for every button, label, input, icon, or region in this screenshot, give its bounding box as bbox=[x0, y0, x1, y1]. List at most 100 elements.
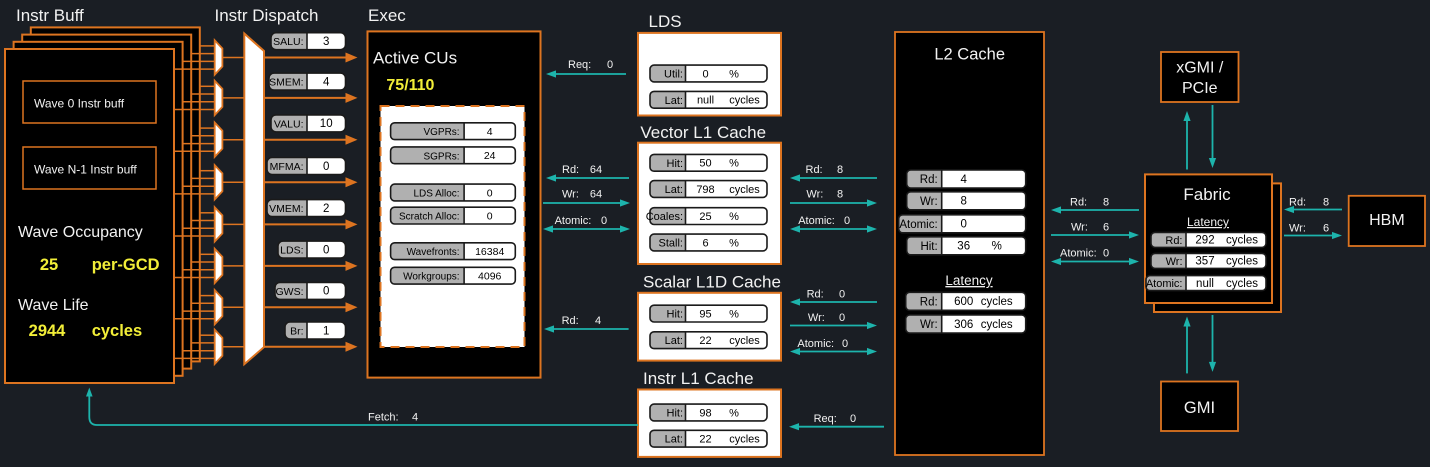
svg-text:Atomic:: Atomic: bbox=[1146, 278, 1183, 290]
svg-text:10: 10 bbox=[320, 118, 333, 130]
svg-text:Br:: Br: bbox=[290, 326, 303, 338]
svg-text:0: 0 bbox=[842, 338, 848, 350]
svg-text:50: 50 bbox=[699, 158, 711, 170]
svg-text:Fabric: Fabric bbox=[1183, 185, 1231, 204]
svg-text:per-GCD: per-GCD bbox=[92, 256, 160, 274]
svg-text:2944: 2944 bbox=[29, 322, 67, 340]
svg-text:Hit:: Hit: bbox=[920, 241, 937, 253]
svg-text:Latency: Latency bbox=[945, 273, 993, 288]
svg-text:0: 0 bbox=[839, 289, 845, 301]
svg-text:0: 0 bbox=[960, 219, 966, 231]
svg-text:Rd:: Rd: bbox=[1070, 197, 1087, 209]
svg-text:0: 0 bbox=[850, 413, 856, 425]
svg-text:0: 0 bbox=[487, 210, 493, 222]
svg-text:0: 0 bbox=[487, 187, 493, 199]
svg-text:1: 1 bbox=[323, 325, 329, 337]
svg-text:Hit:: Hit: bbox=[667, 158, 684, 170]
svg-text:LDS Alloc:: LDS Alloc: bbox=[413, 189, 459, 200]
svg-text:Wave Life: Wave Life bbox=[18, 297, 89, 314]
svg-text:6: 6 bbox=[1323, 223, 1329, 235]
svg-text:Lat:: Lat: bbox=[665, 335, 683, 347]
svg-text:Latency: Latency bbox=[1187, 215, 1229, 229]
svg-text:0: 0 bbox=[323, 286, 329, 298]
svg-text:cycles: cycles bbox=[92, 322, 142, 340]
svg-text:Instr L1 Cache: Instr L1 Cache bbox=[643, 369, 754, 388]
svg-text:Rd:: Rd: bbox=[807, 289, 824, 301]
svg-text:Exec: Exec bbox=[368, 6, 406, 25]
svg-text:8: 8 bbox=[1323, 197, 1329, 209]
svg-text:Lat:: Lat: bbox=[665, 95, 683, 107]
svg-text:MFMA:: MFMA: bbox=[270, 161, 304, 173]
svg-text:%: % bbox=[992, 241, 1002, 253]
svg-text:4: 4 bbox=[412, 412, 418, 424]
svg-text:Vector L1 Cache: Vector L1 Cache bbox=[640, 123, 766, 142]
svg-text:Wr:: Wr: bbox=[562, 189, 579, 201]
svg-text:Instr Buff: Instr Buff bbox=[16, 6, 84, 25]
svg-text:Instr Dispatch: Instr Dispatch bbox=[215, 6, 319, 25]
svg-text:cycles: cycles bbox=[1226, 235, 1258, 247]
svg-text:Wr:: Wr: bbox=[1289, 223, 1306, 235]
svg-text:Atomic:: Atomic: bbox=[555, 215, 592, 227]
svg-text:Active CUs: Active CUs bbox=[373, 49, 457, 68]
svg-text:Rd:: Rd: bbox=[562, 315, 579, 327]
svg-text:Util:: Util: bbox=[664, 69, 683, 81]
svg-text:GWS:: GWS: bbox=[276, 286, 304, 298]
svg-text:Wave N-1 Instr buff: Wave N-1 Instr buff bbox=[34, 163, 137, 177]
svg-text:Lat:: Lat: bbox=[665, 434, 683, 446]
svg-text:24: 24 bbox=[484, 150, 496, 162]
svg-text:600: 600 bbox=[954, 296, 973, 308]
svg-text:0: 0 bbox=[607, 59, 613, 71]
svg-text:Wavefronts:: Wavefronts: bbox=[407, 247, 460, 258]
svg-text:Scalar L1D Cache: Scalar L1D Cache bbox=[643, 273, 781, 292]
svg-text:Coales:: Coales: bbox=[646, 211, 683, 223]
svg-text:3: 3 bbox=[323, 36, 329, 48]
svg-text:98: 98 bbox=[699, 407, 711, 419]
svg-text:Hit:: Hit: bbox=[667, 309, 684, 321]
svg-text:0: 0 bbox=[601, 215, 607, 227]
svg-text:SMEM:: SMEM: bbox=[269, 77, 303, 89]
svg-text:%: % bbox=[729, 407, 739, 419]
svg-text:0: 0 bbox=[702, 68, 708, 80]
svg-text:0: 0 bbox=[323, 244, 329, 256]
svg-text:0: 0 bbox=[323, 161, 329, 173]
svg-text:cycles: cycles bbox=[1226, 256, 1258, 268]
svg-text:Wave Occupancy: Wave Occupancy bbox=[18, 224, 143, 241]
svg-text:Stall:: Stall: bbox=[659, 238, 683, 250]
svg-text:292: 292 bbox=[1195, 235, 1214, 247]
svg-text:cycles: cycles bbox=[981, 296, 1013, 308]
svg-text:Lat:: Lat: bbox=[665, 184, 683, 196]
svg-text:22: 22 bbox=[699, 335, 711, 347]
svg-text:8: 8 bbox=[1103, 197, 1109, 209]
svg-text:Rd:: Rd: bbox=[806, 164, 823, 176]
svg-text:GMI: GMI bbox=[1184, 399, 1215, 417]
svg-text:25: 25 bbox=[699, 211, 711, 223]
svg-text:%: % bbox=[729, 237, 739, 249]
svg-text:Atomic:: Atomic: bbox=[1060, 248, 1097, 260]
svg-text:Rd:: Rd: bbox=[920, 296, 938, 308]
svg-text:cycles: cycles bbox=[729, 434, 760, 446]
svg-text:22: 22 bbox=[699, 434, 711, 446]
svg-text:Wr:: Wr: bbox=[1166, 256, 1183, 268]
svg-text:%: % bbox=[729, 68, 739, 80]
svg-text:Wr:: Wr: bbox=[920, 319, 938, 331]
svg-text:SGPRs:: SGPRs: bbox=[423, 151, 459, 162]
svg-text:357: 357 bbox=[1195, 256, 1214, 268]
svg-text:6: 6 bbox=[702, 237, 708, 249]
svg-text:Wave 0 Instr buff: Wave 0 Instr buff bbox=[34, 97, 125, 111]
svg-text:95: 95 bbox=[699, 308, 711, 320]
svg-text:cycles: cycles bbox=[729, 335, 760, 347]
svg-text:8: 8 bbox=[837, 189, 843, 201]
svg-text:16384: 16384 bbox=[475, 246, 504, 258]
svg-text:2: 2 bbox=[323, 203, 329, 215]
svg-text:PCIe: PCIe bbox=[1182, 80, 1218, 97]
svg-text:Rd:: Rd: bbox=[1289, 197, 1306, 209]
svg-text:798: 798 bbox=[696, 184, 714, 196]
svg-text:VGPRs:: VGPRs: bbox=[423, 127, 459, 138]
svg-text:Wr:: Wr: bbox=[808, 312, 825, 324]
svg-text:HBM: HBM bbox=[1369, 212, 1405, 229]
svg-text:null: null bbox=[697, 95, 714, 107]
svg-text:4: 4 bbox=[323, 76, 330, 88]
svg-text:%: % bbox=[729, 308, 739, 320]
svg-text:%: % bbox=[729, 211, 739, 223]
svg-text:64: 64 bbox=[590, 164, 602, 176]
